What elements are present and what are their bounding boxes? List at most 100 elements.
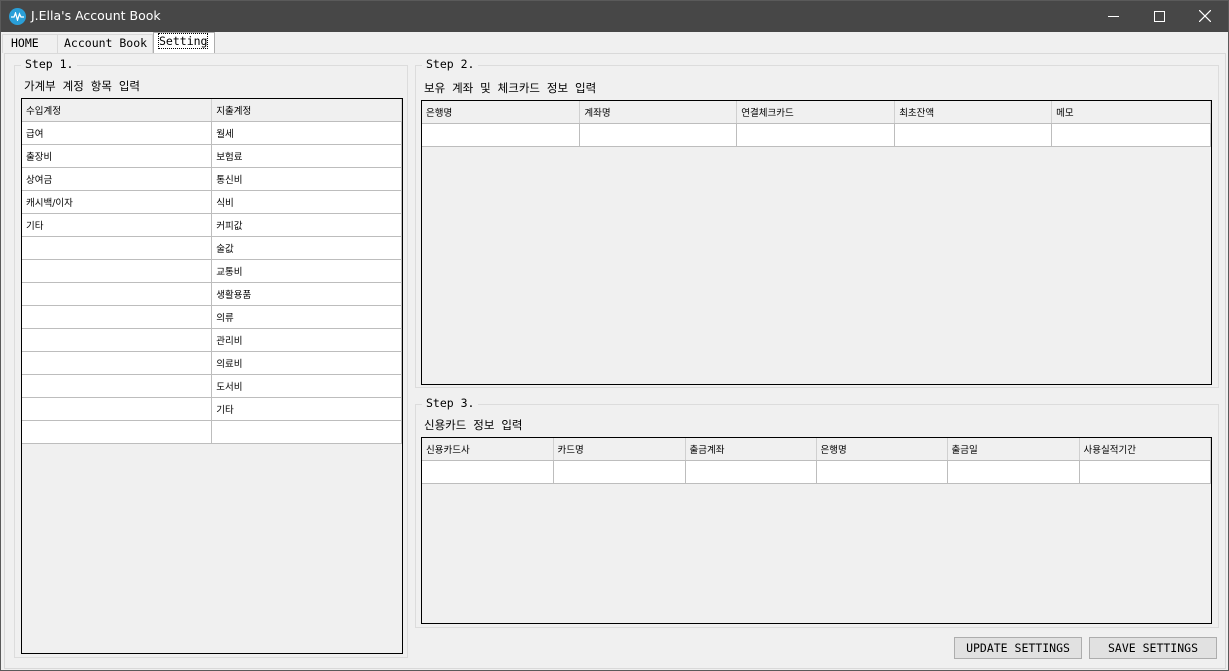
table-cell[interactable] [211,420,402,444]
table-row: 캐시백/이자 식비 [22,190,402,214]
table-row: 의류 [22,305,402,329]
table-cell[interactable] [816,460,948,484]
table-cell[interactable] [422,460,554,484]
column-header[interactable]: 은행명 [422,101,581,124]
table-row: 상여금 통신비 [22,167,402,191]
column-header[interactable]: 수입계정 [22,99,213,122]
tab-setting-label: Setting [157,33,209,49]
column-header[interactable]: 메모 [1051,101,1211,124]
tab-setting[interactable]: Setting [153,32,215,53]
column-header[interactable]: 연결체크카드 [736,101,896,124]
table-cell[interactable] [553,460,686,484]
table-cell[interactable] [22,420,213,444]
step2-description: 보유 계좌 및 체크카드 정보 입력 [424,81,597,95]
table-row: 관리비 [22,328,402,352]
table-cell[interactable] [736,123,896,147]
window-title: J.Ella's Account Book [31,8,161,23]
table-row: 도서비 [22,374,402,398]
table-cell[interactable] [22,397,213,421]
table-cell[interactable] [422,123,581,147]
table-cell[interactable] [22,259,213,283]
table-cell[interactable]: 월세 [211,121,402,145]
table-cell[interactable]: 의류 [211,305,402,329]
table-cell[interactable]: 급여 [22,121,213,145]
column-header[interactable]: 출금일 [947,438,1080,461]
credit-cards-grid[interactable]: 신용카드사 카드명 출금계좌 은행명 출금일 사용실적기간 [421,437,1212,624]
app-logo-icon [9,8,26,25]
column-header[interactable]: 최초잔액 [894,101,1053,124]
column-header[interactable]: 지출계정 [211,99,402,122]
bank-accounts-table: 은행명 계좌명 연결체크카드 최초잔액 메모 [422,101,1211,147]
table-cell[interactable] [947,460,1080,484]
table-cell[interactable] [22,236,213,260]
table-row: 교통비 [22,259,402,283]
bank-accounts-grid[interactable]: 은행명 계좌명 연결체크카드 최초잔액 메모 [421,100,1212,385]
table-cell[interactable] [22,305,213,329]
table-cell[interactable] [1079,460,1211,484]
minimize-button[interactable] [1090,1,1136,32]
table-row [422,123,1211,147]
table-cell[interactable] [22,328,213,352]
table-cell[interactable] [579,123,738,147]
table-cell[interactable] [685,460,817,484]
tab-home[interactable]: HOME [2,34,58,53]
account-items-table: 수입계정 지출계정 급여 월세 출장비 보험료 상여금 통신비 캐시백/이자 식비 기타 커피값 술값 교… [22,99,402,444]
table-cell[interactable] [894,123,1053,147]
table-cell[interactable] [22,282,213,306]
table-cell[interactable] [22,351,213,375]
table-row: 기타 [22,397,402,421]
table-cell[interactable]: 커피값 [211,213,402,237]
table-cell[interactable]: 캐시백/이자 [22,190,213,214]
step1-description: 가계부 계정 항목 입력 [24,79,140,93]
step1-group: Step 1. 가계부 계정 항목 입력 수입계정 지출계정 급여 월세 출장비 보험료 상… [14,57,408,658]
account-items-grid[interactable]: 수입계정 지출계정 급여 월세 출장비 보험료 상여금 통신비 캐시백/이자 식비 기타 커피값 술값 교… [21,98,403,654]
close-button[interactable] [1182,1,1228,32]
column-header[interactable]: 카드명 [553,438,686,461]
table-cell[interactable]: 의료비 [211,351,402,375]
table-cell[interactable] [1051,123,1211,147]
save-settings-button[interactable]: SAVE SETTINGS [1089,637,1217,659]
tab-bar: HOME Account Book Setting [1,32,1228,54]
step2-title: Step 2. [422,57,479,72]
setting-tab-panel: Step 1. 가계부 계정 항목 입력 수입계정 지출계정 급여 월세 출장비 보험료 상… [4,53,1226,669]
maximize-icon [1154,11,1165,22]
table-row [422,460,1211,484]
app-window: J.Ella's Account Book HOME Account Book … [0,0,1229,671]
column-header[interactable]: 출금계좌 [685,438,817,461]
table-cell[interactable]: 술값 [211,236,402,260]
table-cell[interactable]: 보험료 [211,144,402,168]
table-cell[interactable]: 도서비 [211,374,402,398]
table-row: 생활용품 [22,282,402,306]
close-icon [1199,10,1211,22]
column-header[interactable]: 사용실적기간 [1079,438,1211,461]
column-header[interactable]: 신용카드사 [422,438,554,461]
credit-cards-table: 신용카드사 카드명 출금계좌 은행명 출금일 사용실적기간 [422,438,1211,484]
column-header[interactable]: 계좌명 [579,101,738,124]
table-cell[interactable]: 상여금 [22,167,213,191]
minimize-icon [1108,16,1119,17]
step3-title: Step 3. [422,396,479,411]
table-row [22,420,402,444]
table-cell[interactable]: 통신비 [211,167,402,191]
table-cell[interactable]: 생활용품 [211,282,402,306]
table-row: 출장비 보험료 [22,144,402,168]
step2-group: Step 2. 보유 계좌 및 체크카드 정보 입력 은행명 계좌명 연결체크카드 최… [415,57,1219,388]
table-cell[interactable]: 출장비 [22,144,213,168]
table-cell[interactable]: 관리비 [211,328,402,352]
table-cell[interactable]: 교통비 [211,259,402,283]
update-settings-button[interactable]: UPDATE SETTINGS [954,637,1082,659]
table-cell[interactable] [22,374,213,398]
table-row: 술값 [22,236,402,260]
step3-group: Step 3. 신용카드 정보 입력 신용카드사 카드명 출금계좌 은행명 출금일 사용실… [415,396,1219,628]
table-row: 의료비 [22,351,402,375]
step1-title: Step 1. [21,57,78,72]
step3-description: 신용카드 정보 입력 [424,418,523,432]
table-cell[interactable]: 기타 [211,397,402,421]
table-cell[interactable]: 기타 [22,213,213,237]
tab-account-book[interactable]: Account Book [57,34,153,53]
title-bar[interactable]: J.Ella's Account Book [1,1,1228,32]
table-row: 급여 월세 [22,121,402,145]
table-cell[interactable]: 식비 [211,190,402,214]
column-header[interactable]: 은행명 [816,438,948,461]
maximize-button[interactable] [1136,1,1182,32]
